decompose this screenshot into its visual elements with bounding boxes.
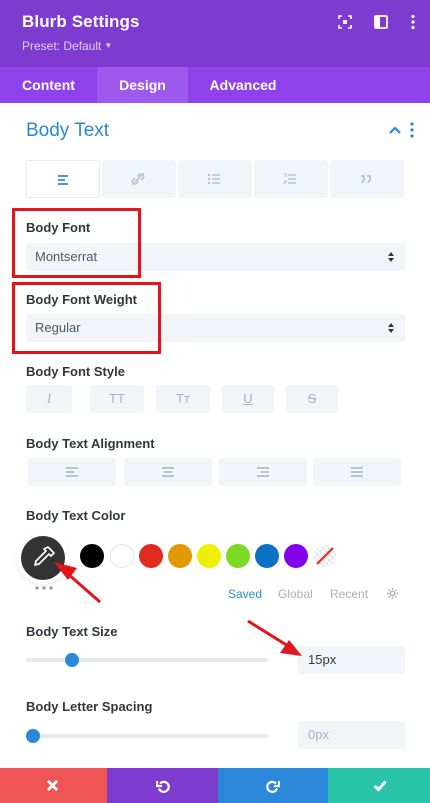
redo-icon <box>266 780 280 793</box>
close-icon <box>46 779 59 792</box>
save-button[interactable] <box>328 768 430 803</box>
annotation-arrow-color <box>54 562 101 604</box>
redo-button[interactable] <box>218 768 328 803</box>
discard-button[interactable] <box>0 768 107 803</box>
annotation-arrows <box>54 562 302 656</box>
check-icon <box>373 780 387 792</box>
footer-actions <box>0 768 430 803</box>
annotation-arrow-size <box>247 619 302 656</box>
undo-icon <box>156 780 170 793</box>
undo-button[interactable] <box>107 768 218 803</box>
